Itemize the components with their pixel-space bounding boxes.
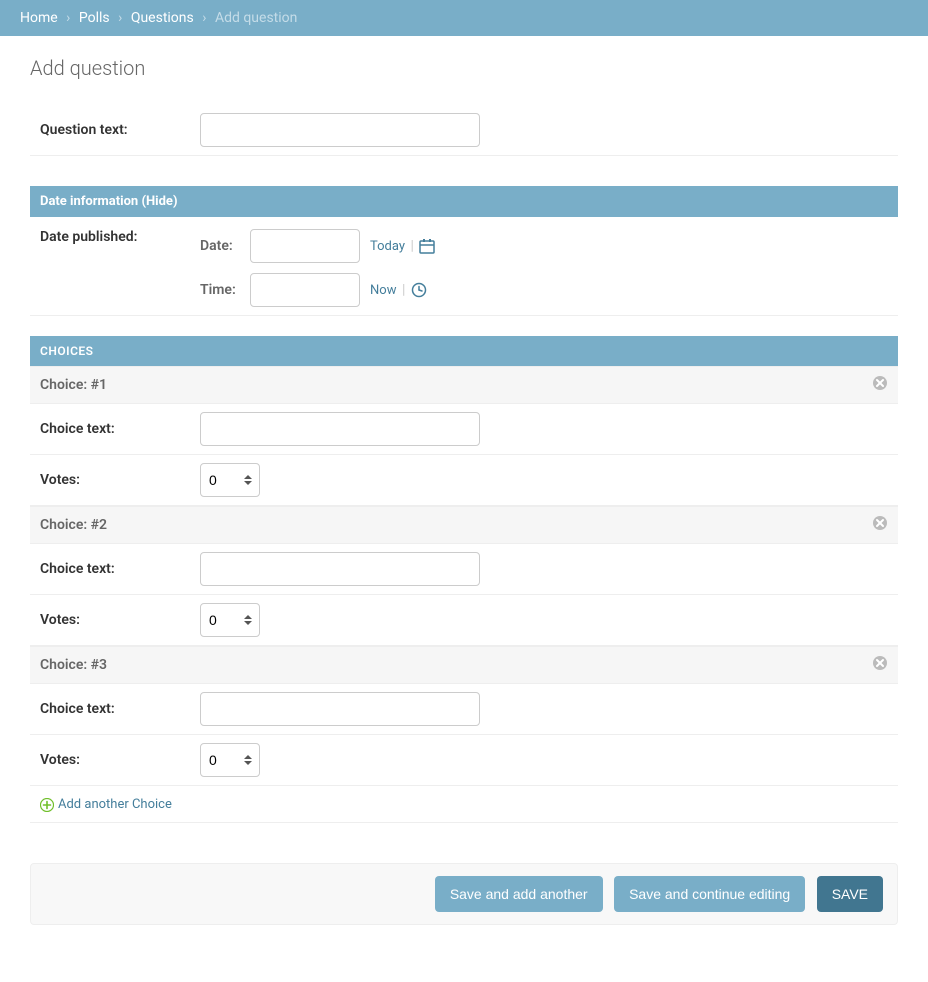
breadcrumb-home[interactable]: Home (20, 10, 58, 26)
choice-row-head: Choice: #2 (30, 506, 898, 544)
date-published-label: Date published: (40, 229, 200, 245)
row-choice-text: Choice text: (30, 404, 898, 455)
delete-choice-icon[interactable] (872, 515, 888, 535)
fieldset-date-info: Date information (Hide) Date published: … (30, 176, 898, 316)
plus-icon (40, 798, 54, 812)
choice-block: Choice: #1 Choice text: Votes: (30, 366, 898, 506)
row-votes: Votes: (30, 455, 898, 506)
choice-text-input[interactable] (200, 552, 480, 586)
breadcrumb-polls[interactable]: Polls (79, 10, 110, 26)
votes-input[interactable] (200, 463, 260, 497)
date-info-header-text: Date information (40, 194, 138, 209)
votes-input[interactable] (200, 743, 260, 777)
time-line: Time: Now | (200, 273, 435, 307)
choice-header-text: Choice: #1 (40, 377, 107, 393)
row-choice-text: Choice text: (30, 684, 898, 735)
choice-row-head: Choice: #3 (30, 646, 898, 684)
save-button[interactable]: SAVE (817, 876, 883, 912)
time-input[interactable] (250, 273, 360, 307)
row-choice-text: Choice text: (30, 544, 898, 595)
now-link[interactable]: Now (370, 283, 396, 298)
choice-text-input[interactable] (200, 412, 480, 446)
time-sublabel: Time: (200, 282, 240, 298)
breadcrumb-sep: › (118, 10, 122, 26)
choice-text-label: Choice text: (40, 421, 200, 437)
votes-label: Votes: (40, 612, 200, 628)
add-another-text: Add another Choice (58, 797, 172, 812)
date-input[interactable] (250, 229, 360, 263)
choice-block: Choice: #2 Choice text: Votes: (30, 506, 898, 646)
calendar-icon[interactable] (419, 238, 435, 254)
date-info-header: Date information (Hide) (30, 186, 898, 217)
choice-row-head: Choice: #1 (30, 366, 898, 404)
pipe: | (411, 238, 414, 254)
row-votes: Votes: (30, 595, 898, 646)
date-line: Date: Today | (200, 229, 435, 263)
breadcrumb-sep: › (66, 10, 70, 26)
breadcrumb-current: Add question (215, 10, 297, 26)
datetime-block: Date: Today | Time: Now | (200, 229, 435, 307)
choices-inline: CHOICES Choice: #1 Choice text: Votes: (30, 336, 898, 823)
delete-choice-icon[interactable] (872, 655, 888, 675)
save-continue-button[interactable]: Save and continue editing (614, 876, 805, 912)
delete-choice-icon[interactable] (872, 375, 888, 395)
breadcrumb-sep: › (202, 10, 206, 26)
votes-input[interactable] (200, 603, 260, 637)
clock-icon[interactable] (411, 282, 427, 298)
page-title: Add question (30, 56, 898, 80)
question-text-label: Question text: (40, 122, 200, 138)
submit-row: Save and add another Save and continue e… (30, 863, 898, 925)
row-question-text: Question text: (30, 105, 898, 156)
hide-toggle-link[interactable]: (Hide) (141, 194, 177, 209)
votes-label: Votes: (40, 752, 200, 768)
today-link[interactable]: Today (370, 239, 405, 254)
question-text-input[interactable] (200, 113, 480, 147)
save-add-another-button[interactable]: Save and add another (435, 876, 603, 912)
fieldset-main: Question text: (30, 105, 898, 156)
date-sublabel: Date: (200, 238, 240, 254)
choices-header: CHOICES (30, 336, 898, 366)
choice-text-input[interactable] (200, 692, 480, 726)
row-votes: Votes: (30, 735, 898, 786)
add-another-choice-link[interactable]: Add another Choice (40, 797, 172, 812)
votes-label: Votes: (40, 472, 200, 488)
breadcrumbs: Home › Polls › Questions › Add question (0, 0, 928, 36)
choice-header-text: Choice: #3 (40, 657, 107, 673)
breadcrumb-questions[interactable]: Questions (131, 10, 194, 26)
choice-header-text: Choice: #2 (40, 517, 107, 533)
choice-text-label: Choice text: (40, 561, 200, 577)
add-another-row: Add another Choice (30, 786, 898, 823)
row-date-published: Date published: Date: Today | Time: (30, 217, 898, 316)
pipe: | (402, 282, 405, 298)
choice-block: Choice: #3 Choice text: Votes: (30, 646, 898, 786)
content: Add question Question text: Date informa… (0, 36, 928, 945)
choice-text-label: Choice text: (40, 701, 200, 717)
